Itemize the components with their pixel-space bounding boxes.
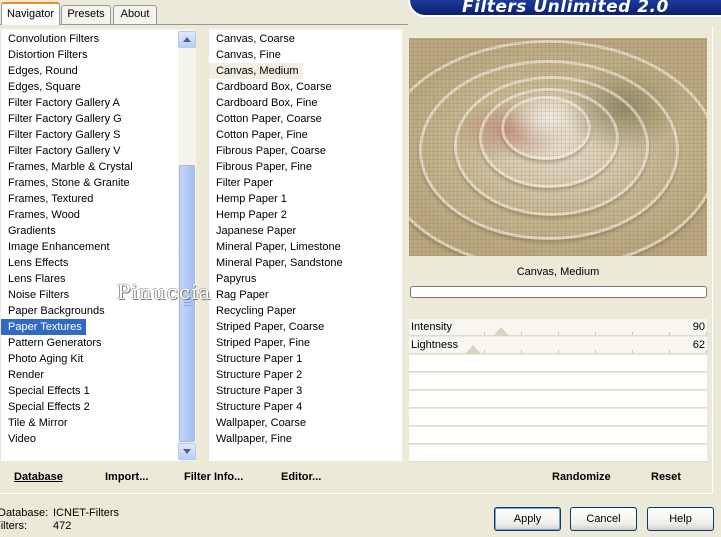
list-item[interactable]: Noise Filters	[1, 287, 73, 303]
list-item[interactable]: Hemp Paper 2	[209, 207, 291, 223]
list-item[interactable]: Rag Paper	[209, 287, 273, 303]
chevron-down-icon	[183, 449, 191, 454]
list-item[interactable]: Papyrus	[209, 271, 260, 287]
tab-divider	[0, 24, 408, 25]
list-item[interactable]: Cardboard Box, Fine	[209, 95, 322, 111]
empty-slider-row	[409, 373, 707, 390]
list-item[interactable]: Paper Textures	[1, 319, 86, 335]
cancel-button[interactable]: Cancel	[570, 507, 637, 531]
tab-navigator[interactable]: Navigator	[1, 2, 60, 25]
editor-button[interactable]: Editor...	[281, 471, 321, 483]
list-item[interactable]: Canvas, Fine	[209, 47, 285, 63]
preview-image	[409, 38, 707, 256]
list-item[interactable]: Convolution Filters	[1, 31, 103, 47]
slider-row[interactable]: Lightness 62	[409, 337, 707, 354]
slider-label: Intensity	[411, 321, 452, 333]
list-item[interactable]: Filter Paper	[209, 175, 277, 191]
apply-button[interactable]: Apply	[494, 507, 561, 531]
filters-count-label: Filters:	[0, 520, 27, 532]
filter-info-button[interactable]: Filter Info...	[184, 471, 243, 483]
filters-count-value: 472	[53, 520, 72, 532]
list-item[interactable]: Structure Paper 3	[209, 383, 306, 399]
list-item[interactable]: Image Enhancement	[1, 239, 114, 255]
list-item[interactable]: Structure Paper 1	[209, 351, 306, 367]
list-item[interactable]: Lens Effects	[1, 255, 72, 271]
list-item[interactable]: Edges, Round	[1, 63, 82, 79]
list-item[interactable]: Wallpaper, Coarse	[209, 415, 310, 431]
list-item[interactable]: Tile & Mirror	[1, 415, 71, 431]
empty-slider-row	[409, 427, 707, 444]
list-item[interactable]: Frames, Stone & Granite	[1, 175, 134, 191]
list-item[interactable]: Striped Paper, Fine	[209, 335, 314, 351]
list-item[interactable]: Wallpaper, Fine	[209, 431, 296, 447]
list-item[interactable]: Distortion Filters	[1, 47, 91, 63]
list-item[interactable]: Mineral Paper, Sandstone	[209, 255, 347, 271]
app-title: Filters Unlimited 2.0	[462, 0, 669, 17]
list-item[interactable]: Canvas, Medium	[209, 63, 303, 79]
list-item[interactable]: Japanese Paper	[209, 223, 300, 239]
filter-list[interactable]: Canvas, Coarse Canvas, Fine Canvas, Medium…	[209, 29, 402, 461]
list-item[interactable]: Render	[1, 367, 48, 383]
database-button[interactable]: Database	[14, 471, 63, 483]
list-item[interactable]: Frames, Wood	[1, 207, 84, 223]
list-item[interactable]: Filter Factory Gallery S	[1, 127, 124, 143]
app-title-banner: Filters Unlimited 2.0	[408, 0, 721, 17]
list-item[interactable]: Recycling Paper	[209, 303, 300, 319]
list-item[interactable]: Filter Factory Gallery G	[1, 111, 126, 127]
list-item[interactable]: Canvas, Coarse	[209, 31, 299, 47]
category-scrollbar[interactable]	[178, 29, 196, 461]
list-item[interactable]: Mineral Paper, Limestone	[209, 239, 345, 255]
list-item[interactable]: Filter Factory Gallery V	[1, 143, 124, 159]
list-item[interactable]: Cardboard Box, Coarse	[209, 79, 336, 95]
empty-slider-row	[409, 445, 707, 462]
progress-bar	[410, 286, 707, 298]
list-item[interactable]: Gradients	[1, 223, 60, 239]
randomize-button[interactable]: Randomize	[552, 471, 611, 483]
list-item[interactable]: Special Effects 1	[1, 383, 94, 399]
list-item[interactable]: Photo Aging Kit	[1, 351, 87, 367]
chevron-up-icon	[183, 37, 191, 42]
scroll-down-button[interactable]	[178, 443, 196, 460]
slider-thumb[interactable]	[493, 327, 509, 336]
empty-slider-row	[409, 391, 707, 408]
list-item[interactable]: Cotton Paper, Coarse	[209, 111, 326, 127]
scroll-thumb[interactable]	[179, 165, 195, 442]
list-item[interactable]: Lens Flares	[1, 271, 69, 287]
list-item[interactable]: Fibrous Paper, Coarse	[209, 143, 330, 159]
list-item[interactable]: Video	[1, 431, 40, 447]
database-value: ICNET-Filters	[53, 507, 119, 519]
list-item[interactable]: Frames, Textured	[1, 191, 97, 207]
empty-slider-row	[409, 409, 707, 426]
slider-thumb[interactable]	[465, 345, 481, 354]
category-list[interactable]: Convolution Filters Distortion Filters Edg…	[1, 29, 178, 461]
slider-value: 62	[692, 339, 705, 351]
parameter-sliders: Intensity 90 Lightness 62	[409, 319, 707, 462]
slider-value: 90	[692, 321, 705, 333]
import-button[interactable]: Import...	[105, 471, 148, 483]
tab-presets[interactable]: Presets	[61, 5, 111, 24]
list-item[interactable]: Pattern Generators	[1, 335, 106, 351]
filter-name-label: Canvas, Medium	[516, 266, 600, 278]
slider-label: Lightness	[411, 339, 459, 351]
database-label: Database:	[0, 507, 49, 519]
list-item[interactable]: Structure Paper 4	[209, 399, 306, 415]
tab-about[interactable]: About	[113, 5, 157, 24]
list-item[interactable]: Special Effects 2	[1, 399, 94, 415]
help-button[interactable]: Help	[647, 507, 714, 531]
list-item[interactable]: Hemp Paper 1	[209, 191, 291, 207]
slider-row[interactable]: Intensity 90	[409, 319, 707, 336]
list-item[interactable]: Striped Paper, Coarse	[209, 319, 328, 335]
list-item[interactable]: Edges, Square	[1, 79, 85, 95]
empty-slider-row	[409, 355, 707, 372]
list-item[interactable]: Cotton Paper, Fine	[209, 127, 312, 143]
scroll-up-button[interactable]	[178, 31, 196, 48]
list-item[interactable]: Fibrous Paper, Fine	[209, 159, 316, 175]
list-item[interactable]: Structure Paper 2	[209, 367, 306, 383]
list-item[interactable]: Filter Factory Gallery A	[1, 95, 124, 111]
reset-button[interactable]: Reset	[651, 471, 681, 483]
list-item[interactable]: Frames, Marble & Crystal	[1, 159, 137, 175]
list-item[interactable]: Paper Backgrounds	[1, 303, 109, 319]
